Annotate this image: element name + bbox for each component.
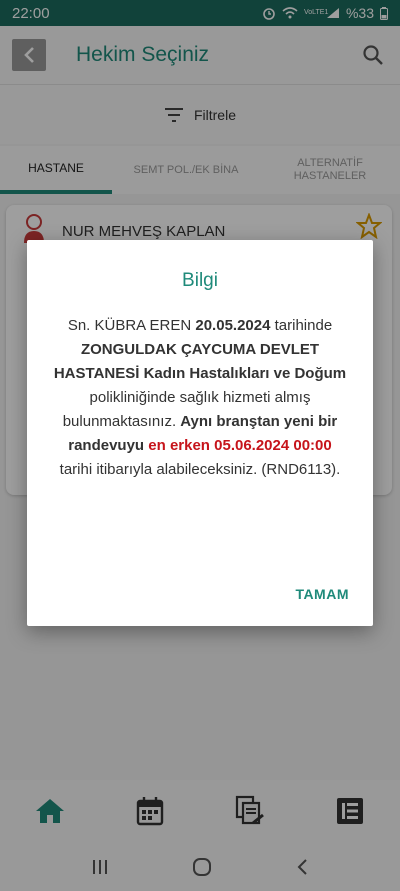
- msg-date: 20.05.2024: [195, 317, 271, 334]
- dialog-title: Bilgi: [182, 270, 218, 291]
- info-dialog: Bilgi Sn. KÜBRA EREN 20.05.2024 tarihind…: [27, 240, 373, 626]
- msg-text-3: tarihi itibarıyla alabileceksiniz. (RND6…: [59, 461, 341, 478]
- dialog-message: Sn. KÜBRA EREN 20.05.2024 tarihinde ZONG…: [51, 314, 349, 482]
- msg-text-1: tarihinde: [270, 317, 333, 334]
- ok-button[interactable]: TAMAM: [295, 586, 349, 602]
- msg-department: Kadın Hastalıkları ve Doğum: [143, 365, 347, 382]
- msg-earliest-date: en erken 05.06.2024 00:00: [148, 437, 332, 454]
- msg-patient: Sn. KÜBRA EREN: [67, 317, 196, 334]
